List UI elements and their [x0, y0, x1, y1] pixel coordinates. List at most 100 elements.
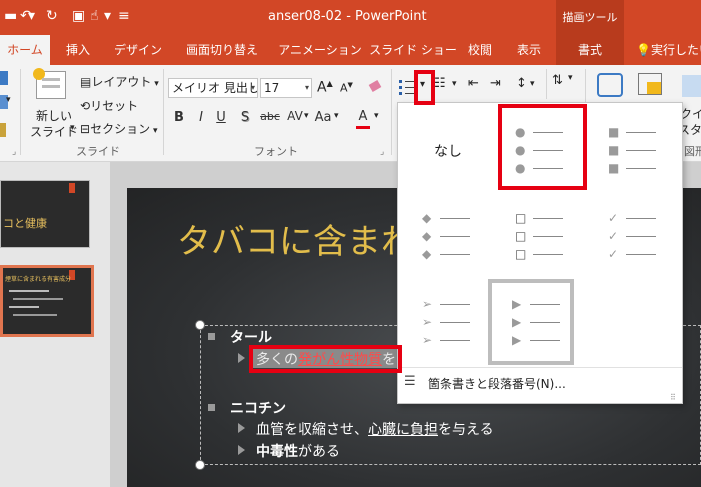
diamond-icon: ◆	[422, 211, 432, 225]
text-direction-icon[interactable]: ⇅	[552, 73, 563, 88]
bullet-option-arrowhead[interactable]: ➢ ➢ ➢	[406, 279, 492, 365]
font-size-combo[interactable]: 17 ▾	[260, 78, 312, 98]
filled-square-icon: ■	[608, 161, 620, 175]
sub2-c: を与える	[438, 422, 494, 438]
present-icon[interactable]: ▣	[72, 8, 85, 24]
checkmark-icon: ✓	[608, 211, 619, 225]
font-color-dropdown-icon[interactable]: ▾	[374, 111, 379, 121]
arrowhead-icon: ➢	[422, 297, 433, 311]
char-spacing-button[interactable]: AV	[284, 109, 306, 123]
bold-button[interactable]: B	[170, 110, 188, 125]
line-spacing-dropdown-icon[interactable]: ▾	[530, 79, 535, 89]
bullet-option-filled-square[interactable]: ■ ■ ■	[592, 107, 678, 193]
shapes-icon[interactable]	[597, 73, 623, 97]
grow-font-button[interactable]: A▲	[317, 79, 333, 96]
drawing-group-label: 図形	[684, 145, 701, 158]
touch-mode-icon[interactable]: ☝	[90, 8, 99, 24]
tab-insert[interactable]: 挿入	[56, 35, 100, 65]
char-spacing-dropdown-icon[interactable]: ▾	[304, 111, 309, 121]
clear-formatting-icon[interactable]	[368, 80, 382, 94]
text-direction-dropdown-icon[interactable]: ▾	[568, 73, 573, 83]
format-painter-icon[interactable]	[0, 123, 6, 137]
copy-dropdown-icon[interactable]: ▾	[6, 95, 11, 105]
numbering-icon[interactable]: ☷	[434, 76, 446, 91]
slides-group-label: スライド	[76, 145, 120, 158]
font-size-dropdown-icon[interactable]: ▾	[305, 79, 309, 97]
bullet-option-checkmark[interactable]: ✓ ✓ ✓	[592, 193, 678, 279]
new-slide-dropdown-icon[interactable]: ▾	[70, 123, 75, 133]
quick-styles-label[interactable]: クイ	[680, 105, 701, 122]
bullet-option-none[interactable]: なし	[406, 107, 492, 193]
tell-me-box[interactable]: 💡実行したい	[636, 35, 701, 65]
tab-slideshow[interactable]: スライド ショー	[368, 35, 458, 65]
separator	[163, 69, 164, 155]
redo-icon[interactable]: ↻	[46, 8, 58, 24]
clipboard-launcher-icon[interactable]: ⌟	[12, 147, 16, 157]
separator	[20, 69, 21, 155]
slide-thumbnail-1[interactable]: コと健康	[0, 180, 90, 248]
tell-me-label: 実行したい	[650, 43, 701, 57]
hollow-square-icon: □	[515, 211, 527, 225]
layout-button[interactable]: ▤レイアウト ▾	[80, 73, 159, 90]
font-color-swatch	[356, 126, 370, 129]
undo-dropdown-icon[interactable]: ▾	[28, 8, 35, 24]
shadow-button[interactable]: S	[236, 110, 254, 125]
slide-thumbnails-pane[interactable]: コと健康 煙草に含まれる有害成分	[0, 162, 110, 487]
quick-styles-icon[interactable]	[682, 75, 701, 97]
section-icon: ⊟	[80, 122, 91, 136]
slide-thumbnail-2[interactable]: 煙草に含まれる有害成分	[0, 265, 94, 337]
bullets-and-numbering-menu-item[interactable]: ☰ 箇条書きと段落番号(N)...	[398, 369, 682, 397]
tab-review[interactable]: 校閲	[458, 35, 502, 65]
tab-view[interactable]: 表示	[506, 35, 552, 65]
decrease-indent-icon[interactable]: ⇤	[468, 76, 479, 91]
font-name-combo[interactable]: メイリオ 見出し ▾	[168, 78, 258, 98]
paste-icon[interactable]	[0, 71, 8, 85]
increase-indent-icon[interactable]: ⇥	[490, 76, 501, 91]
tab-design[interactable]: デザイン	[108, 35, 168, 65]
reset-button[interactable]: ⟲リセット	[80, 97, 138, 114]
bullet-option-diamond[interactable]: ◆ ◆ ◆	[406, 193, 492, 279]
bullet-tar[interactable]: タール	[230, 327, 272, 347]
annotation-highlight-filled-circle	[498, 104, 587, 190]
numbering-dropdown-icon[interactable]: ▾	[452, 79, 457, 89]
strikethrough-button[interactable]: abc	[258, 110, 282, 123]
font-color-label: A	[358, 109, 368, 124]
italic-button[interactable]: I	[192, 110, 210, 125]
shrink-font-button[interactable]: A▼	[340, 81, 353, 95]
sub-bullet-addictive[interactable]: 中毒性がある	[256, 441, 340, 461]
font-color-button[interactable]: A	[354, 109, 372, 129]
change-case-dropdown-icon[interactable]: ▾	[334, 111, 339, 121]
save-icon[interactable]: ▬	[4, 8, 17, 24]
sub-bullet-heart[interactable]: 血管を収縮させ、心臓に負担を与える	[256, 419, 494, 439]
sub2-b: 心臓に負担	[368, 422, 438, 438]
resize-handle[interactable]	[195, 320, 205, 330]
bullet-triangle-icon	[238, 445, 245, 455]
tab-format[interactable]: 書式	[556, 35, 624, 65]
bullet-option-hollow-square[interactable]: □ □ □	[499, 193, 585, 279]
line-spacing-icon[interactable]: ↕	[516, 76, 527, 91]
change-case-button[interactable]: Aa	[312, 110, 334, 125]
new-slide-icon[interactable]	[33, 68, 66, 99]
font-launcher-icon[interactable]: ⌟	[380, 147, 384, 157]
diamond-icon: ◆	[422, 229, 432, 243]
tab-home[interactable]: ホーム	[0, 35, 50, 65]
bullet-square-icon	[208, 333, 215, 340]
tab-animations[interactable]: アニメーション	[272, 35, 368, 65]
resize-grip-icon[interactable]: ⠿	[670, 393, 676, 402]
underline-button[interactable]: U	[212, 110, 230, 125]
section-button[interactable]: ⊟セクション ▾	[80, 120, 157, 137]
arrange-icon[interactable]	[638, 73, 662, 95]
slide-title[interactable]: タバコに含まれ	[177, 214, 415, 263]
customize-qat-icon[interactable]: ≡	[118, 8, 130, 24]
bullet-option-triangle[interactable]: ▶ ▶ ▶	[488, 279, 574, 365]
new-slide-label-1[interactable]: 新しい	[36, 107, 72, 124]
tab-transitions[interactable]: 画面切り替え	[180, 35, 264, 65]
resize-handle[interactable]	[195, 460, 205, 470]
thumbnail-title: 煙草に含まれる有害成分	[5, 276, 72, 283]
section-dropdown-icon: ▾	[150, 126, 158, 136]
bullet-nicotine[interactable]: ニコチン	[230, 398, 286, 418]
touch-dropdown-icon[interactable]: ▾	[104, 8, 111, 24]
checkmark-icon: ✓	[608, 229, 619, 243]
lightbulb-icon: 💡	[636, 43, 651, 57]
font-name-dropdown-icon[interactable]: ▾	[251, 79, 255, 97]
